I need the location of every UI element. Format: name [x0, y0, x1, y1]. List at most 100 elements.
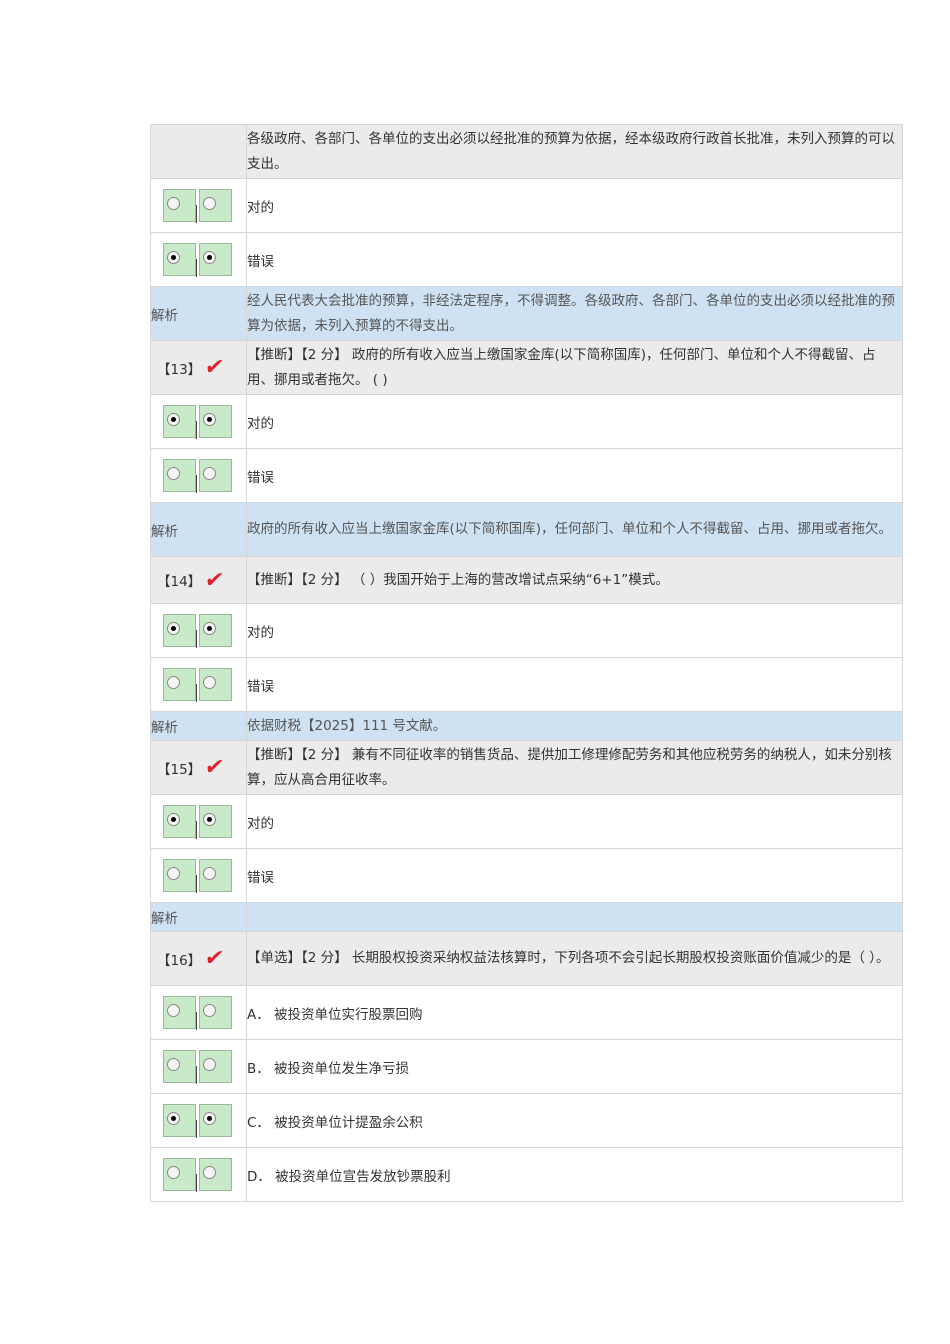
left-cell: 解析 [150, 711, 247, 741]
answer-radio[interactable] [163, 668, 196, 701]
answer-radio[interactable] [163, 996, 196, 1029]
correct-answer-radio [199, 805, 232, 838]
text-cursor [196, 475, 197, 493]
answer-radio[interactable] [163, 459, 196, 492]
question-number: 【13】 [157, 361, 202, 378]
question-text: 各级政府、各部门、各单位的支出必须以经批准的预算为依据，经本级政府行政首长批准，… [246, 124, 903, 179]
option-text: 错误 [246, 448, 903, 503]
option-row[interactable]: D． 被投资单位宣告发放钞票股利 [150, 1147, 903, 1202]
question-row: 【15】 ✔ 【推断】【2 分】 兼有不同征收率的销售货品、提供加工修理修配劳务和其… [150, 740, 903, 795]
answer-radio[interactable] [163, 614, 196, 647]
text-cursor [196, 259, 197, 277]
correct-check-icon: ✔ [202, 946, 226, 971]
option-text: 错误 [246, 657, 903, 712]
option-text: C． 被投资单位计提盈余公积 [246, 1093, 903, 1148]
left-cell: 解析 [150, 502, 247, 557]
left-cell [150, 657, 247, 712]
left-cell [150, 178, 247, 233]
option-row[interactable]: 对的 [150, 178, 903, 233]
left-cell [150, 603, 247, 658]
left-cell [150, 1147, 247, 1202]
correct-answer-radio [199, 1050, 232, 1083]
option-row[interactable]: 错误 [150, 448, 903, 503]
analysis-row: 解析 政府的所有收入应当上缴国家金库(以下简称国库)，任何部门、单位和个人不得截留… [150, 502, 903, 557]
option-text: 错误 [246, 848, 903, 903]
option-text: A． 被投资单位实行股票回购 [246, 985, 903, 1040]
option-text: 对的 [246, 394, 903, 449]
option-text: 对的 [246, 603, 903, 658]
left-cell: 解析 [150, 902, 247, 932]
answer-radio[interactable] [163, 805, 196, 838]
text-cursor [196, 875, 197, 893]
correct-answer-radio [199, 859, 232, 892]
question-row: 各级政府、各部门、各单位的支出必须以经批准的预算为依据，经本级政府行政首长批准，… [150, 124, 903, 179]
analysis-label: 解析 [151, 523, 178, 540]
correct-check-icon: ✔ [202, 755, 226, 780]
question-text: 【推断】【2 分】 兼有不同征收率的销售货品、提供加工修理修配劳务和其他应税劳务… [246, 740, 903, 795]
analysis-label: 解析 [151, 307, 178, 324]
left-cell [150, 124, 247, 179]
answer-radio[interactable] [163, 859, 196, 892]
text-cursor [196, 821, 197, 839]
option-row[interactable]: 对的 [150, 603, 903, 658]
option-row[interactable]: 错误 [150, 848, 903, 903]
option-row[interactable]: A． 被投资单位实行股票回购 [150, 985, 903, 1040]
question-text: 【推断】【2 分】 （ ）我国开始于上海的营改增试点采纳“6+1”模式。 [246, 556, 903, 604]
correct-answer-radio [199, 189, 232, 222]
answer-radio[interactable] [163, 189, 196, 222]
text-cursor [196, 1066, 197, 1084]
option-text: 错误 [246, 232, 903, 287]
analysis-row: 解析 依据财税【2025】111 号文献。 [150, 711, 903, 741]
answer-radio[interactable] [163, 1050, 196, 1083]
question-row: 【14】 ✔ 【推断】【2 分】 （ ）我国开始于上海的营改增试点采纳“6+1”模式… [150, 556, 903, 604]
answer-radio[interactable] [163, 405, 196, 438]
option-row[interactable]: C． 被投资单位计提盈余公积 [150, 1093, 903, 1148]
text-cursor [196, 630, 197, 648]
correct-answer-radio [199, 1158, 232, 1191]
correct-answer-radio [199, 614, 232, 647]
question-text: 【单选】【2 分】 长期股权投资采纳权益法核算时，下列各项不会引起长期股权投资账… [246, 931, 903, 986]
option-text: 对的 [246, 178, 903, 233]
correct-check-icon: ✔ [202, 355, 226, 380]
analysis-text [246, 902, 903, 932]
answer-radio[interactable] [163, 1104, 196, 1137]
correct-check-icon: ✔ [202, 567, 226, 593]
left-cell [150, 1093, 247, 1148]
option-row[interactable]: 错误 [150, 232, 903, 287]
left-cell: 【16】 ✔ [150, 931, 247, 986]
correct-answer-radio [199, 668, 232, 701]
text-cursor [196, 1012, 197, 1030]
analysis-label: 解析 [151, 720, 178, 736]
answer-radio[interactable] [163, 1158, 196, 1191]
analysis-label: 解析 [151, 911, 178, 927]
left-cell [150, 448, 247, 503]
option-row[interactable]: 对的 [150, 794, 903, 849]
left-cell [150, 794, 247, 849]
option-row[interactable]: 错误 [150, 657, 903, 712]
correct-answer-radio [199, 459, 232, 492]
analysis-text: 依据财税【2025】111 号文献。 [246, 711, 903, 741]
answer-radio[interactable] [163, 243, 196, 276]
option-text: 对的 [246, 794, 903, 849]
correct-answer-radio [199, 405, 232, 438]
left-cell [150, 985, 247, 1040]
analysis-text: 政府的所有收入应当上缴国家金库(以下简称国库)，任何部门、单位和个人不得截留、占… [246, 502, 903, 557]
option-row[interactable]: 对的 [150, 394, 903, 449]
option-text: D． 被投资单位宣告发放钞票股利 [246, 1147, 903, 1202]
text-cursor [196, 1174, 197, 1192]
left-cell [150, 848, 247, 903]
left-cell: 【13】 ✔ [150, 340, 247, 395]
text-cursor [196, 1120, 197, 1138]
text-cursor [196, 421, 197, 439]
text-cursor [196, 684, 197, 702]
option-row[interactable]: B． 被投资单位发生净亏损 [150, 1039, 903, 1094]
question-number: 【14】 [157, 574, 202, 590]
question-number: 【16】 [157, 952, 202, 969]
question-number: 【15】 [157, 761, 202, 778]
option-text: B． 被投资单位发生净亏损 [246, 1039, 903, 1094]
left-cell [150, 394, 247, 449]
left-cell: 【15】 ✔ [150, 740, 247, 795]
question-row: 【16】 ✔ 【单选】【2 分】 长期股权投资采纳权益法核算时，下列各项不会引起长期… [150, 931, 903, 986]
left-cell [150, 1039, 247, 1094]
analysis-row: 解析 [150, 902, 903, 932]
